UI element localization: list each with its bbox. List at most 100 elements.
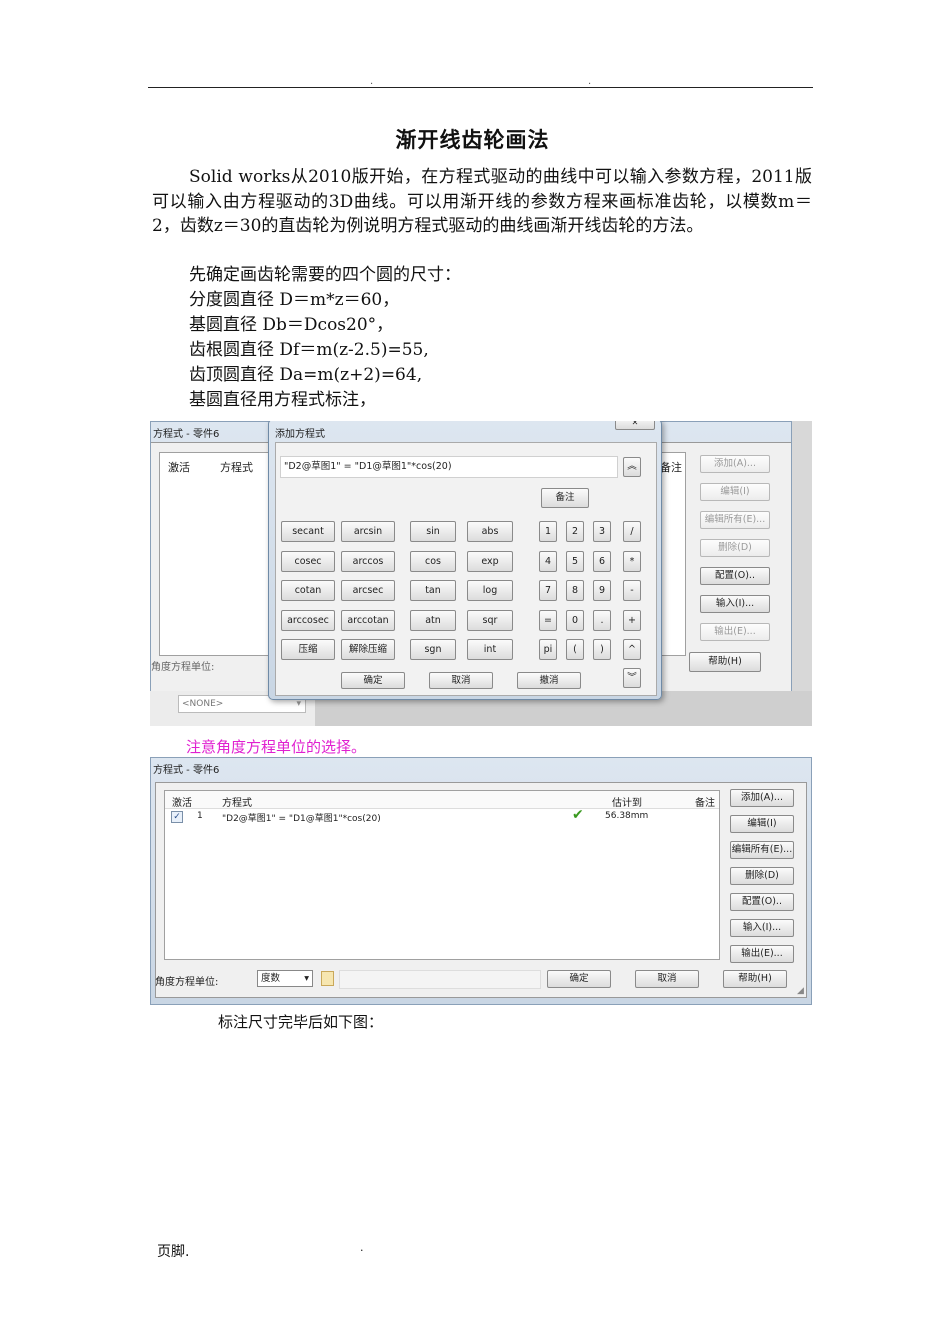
number-key[interactable]: pi xyxy=(539,639,557,660)
status-field xyxy=(339,970,541,989)
angle-unit-label: 角度方程单位: xyxy=(151,662,215,673)
number-key[interactable]: 0 xyxy=(566,609,584,631)
function-key[interactable]: exp xyxy=(467,550,513,572)
double-chevron-down-icon: ︾ xyxy=(627,672,637,683)
text-line: 齿根圆直径 Df＝m(z-2.5)=55, xyxy=(189,340,429,360)
function-key[interactable]: arcsin xyxy=(341,521,395,542)
angle-unit-note: 注意角度方程单位的选择。 xyxy=(186,738,367,756)
text-line: 齿顶圆直径 Da=m(z+2)=64, xyxy=(189,365,423,385)
edit-all-button[interactable]: 编辑所有(E)... xyxy=(730,841,794,859)
number-key[interactable]: 7 xyxy=(539,580,557,601)
row-value: 56.38mm xyxy=(605,811,649,821)
import-button[interactable]: 输入(I)... xyxy=(700,595,770,613)
screenshot-add-equation: 方程式 - 零件6 激活 方程式 备注 角度方程单位: 添加(A)... 编辑(… xyxy=(150,421,812,726)
delete-button[interactable]: 删除(D) xyxy=(730,867,794,885)
function-key[interactable]: arccotan xyxy=(341,609,395,631)
number-key[interactable]: = xyxy=(539,609,557,631)
config-button[interactable]: 配置(O).. xyxy=(730,893,794,911)
edit-button[interactable]: 编辑(I) xyxy=(730,815,794,833)
none-select-value: <NONE> xyxy=(182,699,224,709)
function-key[interactable]: log xyxy=(467,580,513,601)
header-dot-right: . xyxy=(588,76,592,87)
function-key[interactable]: tan xyxy=(410,580,456,601)
number-key[interactable]: . xyxy=(593,609,611,631)
config-button[interactable]: 配置(O).. xyxy=(700,567,770,585)
angle-unit-label: 角度方程单位: xyxy=(155,977,219,988)
number-key[interactable]: 9 xyxy=(593,580,611,601)
edit-button[interactable]: 编辑(I) xyxy=(700,483,770,501)
help-button[interactable]: 帮助(H) xyxy=(689,652,761,672)
page-title: 渐开线齿轮画法 xyxy=(395,127,550,152)
function-key[interactable]: abs xyxy=(467,521,513,542)
cancel-button[interactable]: 取消 xyxy=(429,672,493,689)
number-key[interactable]: ( xyxy=(566,639,584,660)
close-button[interactable]: ✕ xyxy=(615,421,655,430)
add-button[interactable]: 添加(A)... xyxy=(730,789,794,807)
number-key[interactable]: 1 xyxy=(539,521,557,542)
collapse-button[interactable]: ︽ xyxy=(623,457,641,477)
text-line: 基圆直径用方程式标注， xyxy=(189,390,376,410)
function-key[interactable]: cotan xyxy=(281,580,335,601)
number-key[interactable]: - xyxy=(623,580,641,601)
number-key[interactable]: + xyxy=(623,609,641,631)
function-key[interactable]: secant xyxy=(281,521,335,542)
resize-grip-icon[interactable]: ◢ xyxy=(797,986,804,996)
edit-all-button[interactable]: 编辑所有(E)... xyxy=(700,511,770,529)
export-button[interactable]: 输出(E)... xyxy=(700,623,770,641)
export-button[interactable]: 输出(E)... xyxy=(730,945,794,963)
number-key[interactable]: 3 xyxy=(593,521,611,542)
number-key[interactable]: ^ xyxy=(623,639,641,660)
row-index: 1 xyxy=(197,811,203,821)
col-active: 激活 xyxy=(172,798,192,809)
intro-text: Solid works从2010版开始，在方程式驱动的曲线中可以输入参数方程，2… xyxy=(152,167,812,236)
equation-input[interactable]: "D2@草图1" = "D1@草图1"*cos(20) xyxy=(280,456,618,478)
notepad-icon[interactable] xyxy=(321,971,334,986)
function-key[interactable]: cos xyxy=(410,550,456,572)
function-key[interactable]: atn xyxy=(410,609,456,631)
function-key[interactable]: sgn xyxy=(410,639,456,660)
function-key[interactable]: sin xyxy=(410,521,456,542)
function-key[interactable]: arcsec xyxy=(341,580,395,601)
function-key[interactable]: arccosec xyxy=(281,609,335,631)
header-dot-left: . xyxy=(370,76,374,87)
col-estimate: 估计到 xyxy=(612,798,642,809)
function-key[interactable]: sqr xyxy=(467,609,513,631)
col-note: 备注 xyxy=(660,461,682,474)
table-row[interactable]: ✓ 1 "D2@草图1" = "D1@草图1"*cos(20) ✔ 56.38m… xyxy=(165,807,719,825)
number-key[interactable]: 8 xyxy=(566,580,584,601)
undo-button[interactable]: 撤消 xyxy=(517,672,581,689)
function-key[interactable]: 压缩 xyxy=(281,639,335,660)
function-key[interactable]: cosec xyxy=(281,550,335,572)
angle-unit-select[interactable]: 度数 ▾ xyxy=(257,970,313,987)
active-checkbox[interactable]: ✓ xyxy=(171,811,183,823)
delete-button[interactable]: 删除(D) xyxy=(700,539,770,557)
number-key[interactable]: ) xyxy=(593,639,611,660)
number-key[interactable]: * xyxy=(623,550,641,572)
angle-unit-value: 度数 xyxy=(261,973,281,984)
cancel-button[interactable]: 取消 xyxy=(635,970,699,988)
ok-button[interactable]: 确定 xyxy=(547,970,611,988)
header-rule xyxy=(148,87,813,88)
expand-button[interactable]: ︾ xyxy=(623,668,641,688)
text-line: 基圆直径 Db＝Dcos20°， xyxy=(189,315,394,335)
row-equation: "D2@草图1" = "D1@草图1"*cos(20) xyxy=(222,814,381,824)
number-key[interactable]: 5 xyxy=(566,550,584,572)
function-key[interactable]: arccos xyxy=(341,550,395,572)
col-active: 激活 xyxy=(168,461,190,474)
caption: 标注尺寸完毕后如下图： xyxy=(218,1013,384,1031)
add-button[interactable]: 添加(A)... xyxy=(700,455,770,473)
number-key[interactable]: 2 xyxy=(566,521,584,542)
note-button[interactable]: 备注 xyxy=(541,488,589,508)
col-note: 备注 xyxy=(695,798,715,809)
help-button[interactable]: 帮助(H) xyxy=(723,970,787,988)
number-key[interactable]: 4 xyxy=(539,550,557,572)
checkmark-icon: ✔ xyxy=(572,807,584,823)
ok-button[interactable]: 确定 xyxy=(341,672,405,689)
function-key[interactable]: int xyxy=(467,639,513,660)
number-key[interactable]: 6 xyxy=(593,550,611,572)
function-key[interactable]: 解除压缩 xyxy=(341,639,395,660)
number-key[interactable]: / xyxy=(623,521,641,542)
dropdown-arrow-icon: ▾ xyxy=(304,973,309,984)
import-button[interactable]: 输入(I)... xyxy=(730,919,794,937)
footer-dot: . xyxy=(360,1241,364,1254)
